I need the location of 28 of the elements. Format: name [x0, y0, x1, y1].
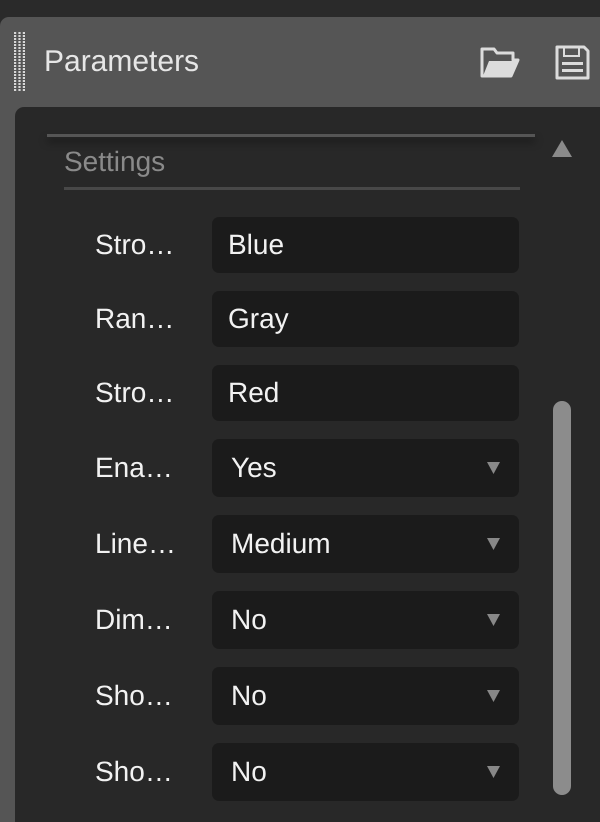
field-label: Stro… — [95, 377, 176, 409]
dropdown[interactable]: No — [212, 743, 519, 801]
dropdown[interactable]: No — [212, 591, 519, 649]
grip-icon[interactable] — [14, 32, 25, 92]
panel-title: Parameters — [44, 45, 200, 79]
section-title: Settings — [64, 146, 166, 178]
collapse-icon[interactable] — [552, 140, 572, 157]
scrollbar-thumb[interactable] — [553, 401, 571, 795]
caret-icon — [487, 690, 500, 702]
field-label: Line… — [95, 528, 177, 560]
folder-icon[interactable] — [480, 46, 520, 78]
field-label: Sho… — [95, 756, 174, 788]
field-label: Sho… — [95, 680, 174, 712]
field-label: Ena… — [95, 452, 174, 484]
dropdown[interactable]: No — [212, 667, 519, 725]
caret-icon — [487, 462, 500, 474]
caret-icon — [487, 538, 500, 550]
text-field[interactable]: Gray — [212, 291, 519, 347]
field-label: Stro… — [95, 229, 176, 261]
caret-icon — [487, 614, 500, 626]
text-field[interactable]: Red — [212, 365, 519, 421]
save-icon[interactable] — [555, 44, 590, 80]
dropdown[interactable]: Medium — [212, 515, 519, 573]
field-label: Ran… — [95, 303, 176, 335]
caret-icon — [487, 766, 500, 778]
text-field[interactable]: Blue — [212, 217, 519, 273]
dropdown[interactable]: Yes — [212, 439, 519, 497]
field-label: Dim… — [95, 604, 174, 636]
